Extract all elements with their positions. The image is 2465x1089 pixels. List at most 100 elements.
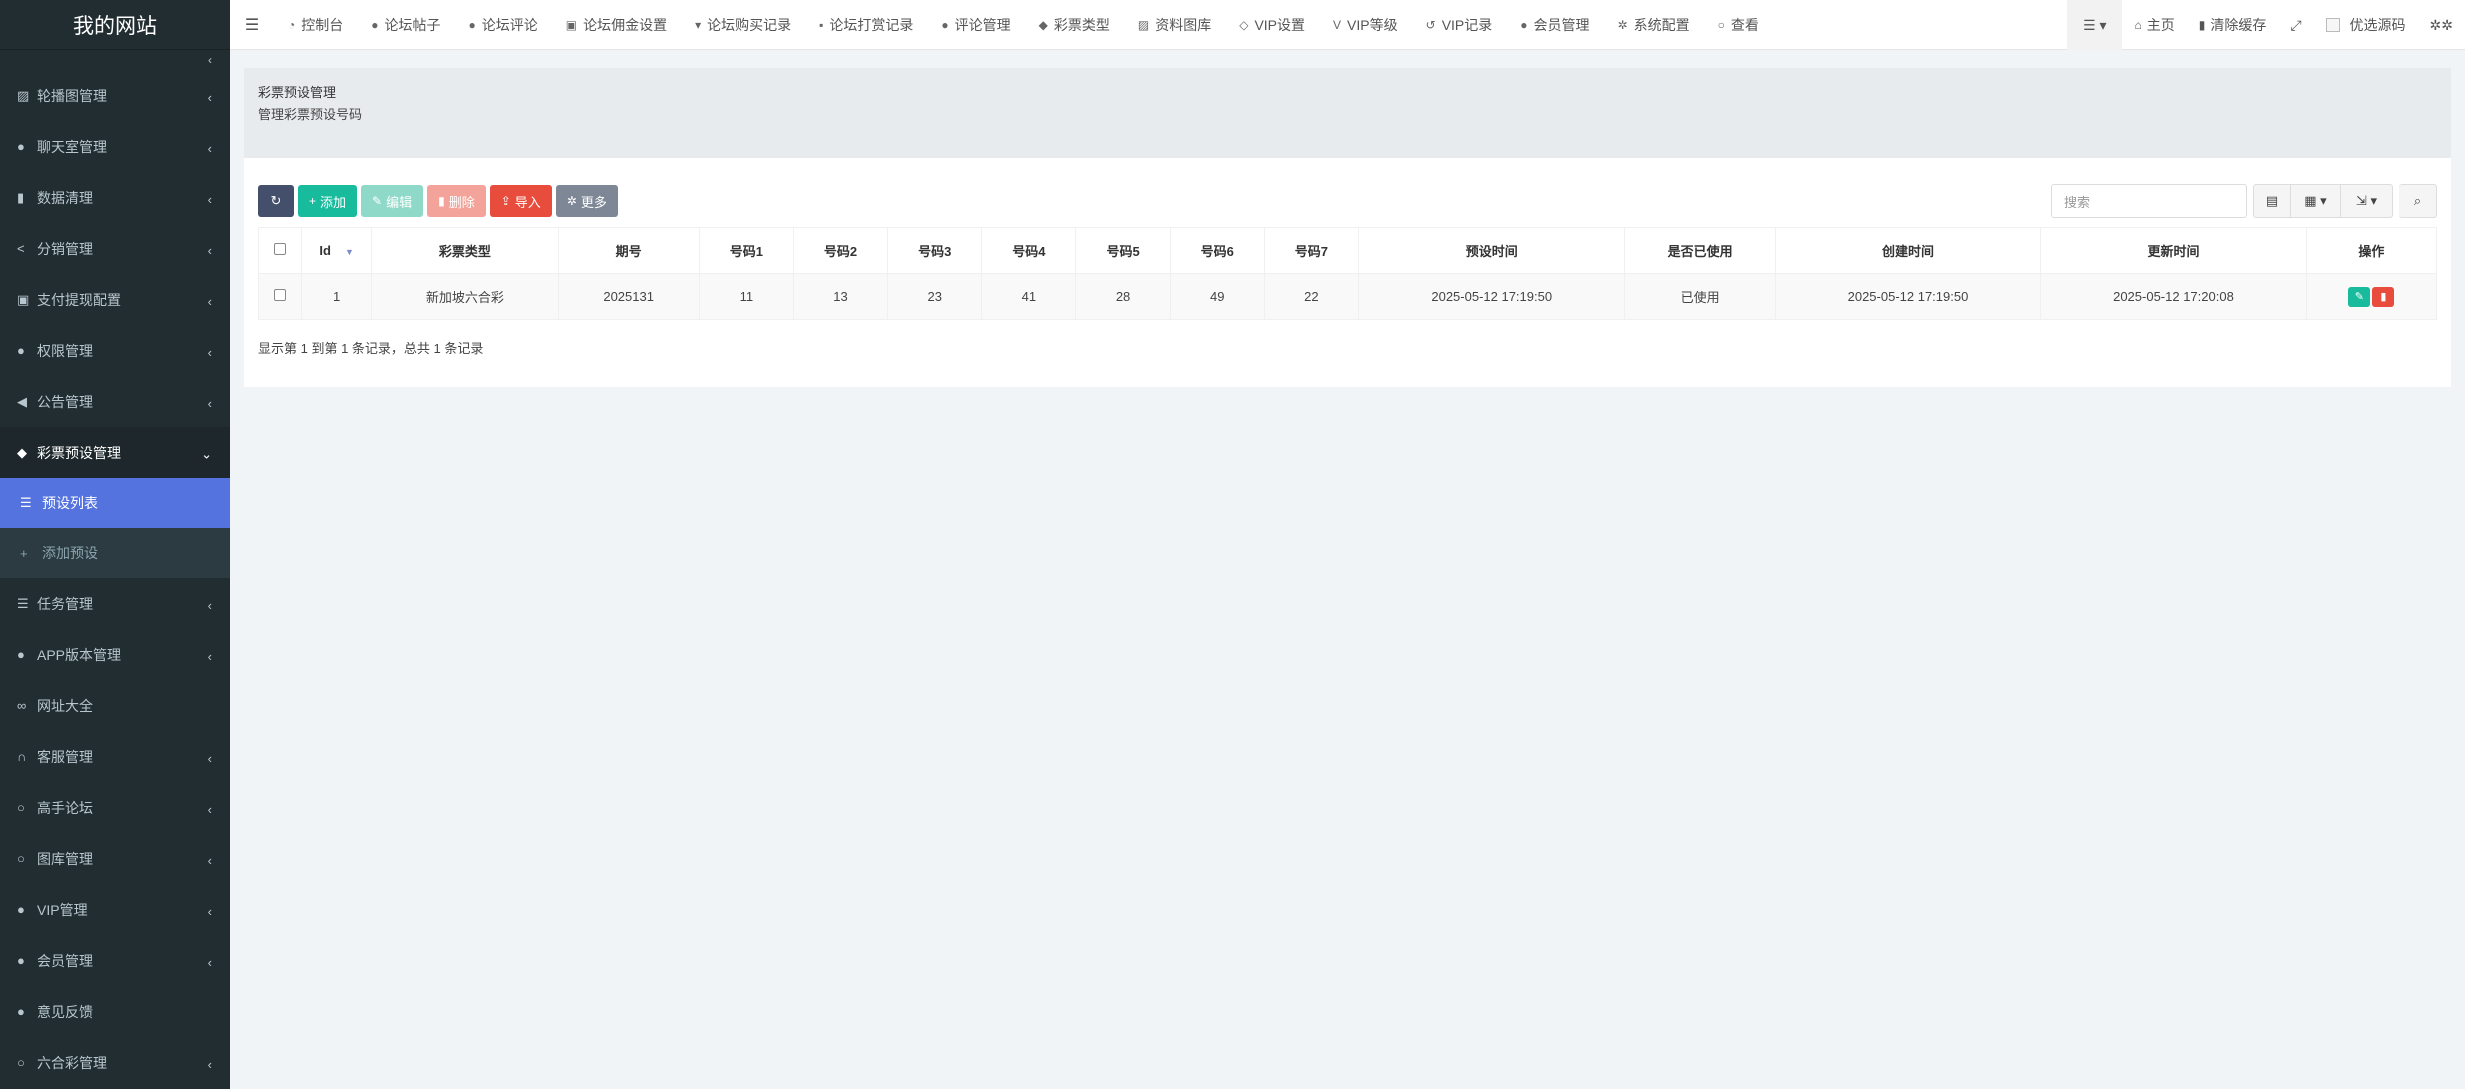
topnav-item-label: 控制台 [301, 16, 344, 33]
sidebar-item[interactable]: ◆ 彩票预设管理 ⌄ [0, 427, 230, 478]
add-button[interactable]: + 添加 [298, 185, 358, 217]
topnav-item[interactable]: ● 论坛评论 [455, 0, 552, 50]
chevron-left-icon: ‹ [207, 852, 212, 868]
scroll-indicator: ‹ [208, 53, 212, 67]
export-button[interactable]: ⇲ ▾ [2341, 184, 2393, 218]
table-cell: 已使用 [1624, 273, 1776, 320]
row-checkbox-cell[interactable] [257, 273, 303, 320]
table-row[interactable]: 1 新加坡六合彩 2025131 11 13 23 41 28 49 22 2025-05-12 1… [257, 273, 2438, 320]
column-header[interactable]: 创建时间 [1774, 227, 2042, 274]
sidebar-item[interactable]: ● 聊天室管理 ‹ [0, 121, 230, 172]
topnav-item-label: VIP设置 [1254, 16, 1306, 33]
sidebar-item[interactable]: ○ 图库管理 ‹ [0, 833, 230, 884]
toggle-view-button[interactable]: ▤ [2253, 184, 2291, 218]
column-header-label: 预设时间 [1465, 244, 1518, 259]
column-header-label: 号码3 [918, 244, 952, 259]
more-button[interactable]: ✲ 更多 [555, 185, 618, 217]
sidebar-submenu: ☰ 预设列表 + 添加预设 [0, 478, 230, 578]
sidebar-subitem[interactable]: ☰ 预设列表 [0, 478, 230, 528]
vimeo-icon: V [1333, 17, 1342, 32]
column-header[interactable]: 号码2 [792, 227, 889, 274]
user-menu[interactable]: 优选源码 [2314, 0, 2418, 50]
headset-icon: ∩ [17, 749, 27, 764]
home-link[interactable]: ⌂ 主页 [2122, 0, 2186, 50]
fullscreen-button[interactable]: ⤢ [2278, 0, 2313, 50]
column-header[interactable]: Id ▼ [301, 227, 373, 274]
topnav-item[interactable]: ▣ 论坛佣金设置 [552, 0, 681, 50]
sidebar-subitem[interactable]: + 添加预设 [0, 528, 230, 578]
row-checkbox[interactable] [274, 289, 287, 301]
column-header[interactable]: 预设时间 [1357, 227, 1626, 274]
column-header[interactable]: 是否已使用 [1624, 227, 1776, 274]
topnav-item[interactable]: ● 评论管理 [927, 0, 1024, 50]
column-header[interactable]: 号码6 [1169, 227, 1265, 274]
sidebar-item-label: APP版本管理 [37, 646, 122, 663]
column-header[interactable]: 号码3 [887, 227, 983, 274]
search-input[interactable]: 搜索 [2051, 184, 2247, 218]
sidebar-item[interactable]: ● APP版本管理 ‹ [0, 629, 230, 680]
money-icon: ▣ [565, 17, 578, 32]
topnav-item[interactable]: ◔ 控制台 [274, 0, 357, 50]
sidebar-item-label: 客服管理 [37, 748, 93, 765]
select-all-checkbox[interactable] [274, 243, 287, 255]
column-header-label: 创建时间 [1881, 244, 1934, 259]
column-header[interactable]: 号码1 [698, 227, 794, 274]
topnav-item[interactable]: ▨ 资料图库 [1124, 0, 1225, 50]
comments-icon: ● [17, 139, 25, 154]
sidebar-item[interactable]: ○ 六合彩管理 ‹ [0, 1037, 230, 1088]
clear-cache-link[interactable]: ▮ 清除缓存 [2187, 0, 2279, 50]
sidebar-item[interactable]: ○ 高手论坛 ‹ [0, 782, 230, 833]
column-header[interactable]: 彩票类型 [371, 227, 559, 274]
advanced-search-button[interactable]: ⌕ [2399, 184, 2437, 218]
refresh-button[interactable]: ↻ [258, 185, 294, 217]
topnav-item[interactable]: ▾ 论坛购买记录 [681, 0, 805, 50]
chevron-left-icon: ‹ [207, 954, 212, 970]
sidebar-item[interactable]: ▣ 支付提现配置 ‹ [0, 274, 230, 325]
topnav-item[interactable]: ↺ VIP记录 [1412, 0, 1507, 50]
topnav-item[interactable]: ▪ 论坛打赏记录 [805, 0, 927, 50]
chevron-left-icon: ‹ [207, 191, 212, 207]
column-header[interactable]: 号码4 [981, 227, 1077, 274]
sidebar-item[interactable]: ● VIP管理 ‹ [0, 884, 230, 935]
column-header[interactable]: 号码7 [1263, 227, 1359, 274]
columns-button[interactable]: ▦ ▾ [2291, 184, 2341, 218]
topnav-item[interactable]: ● 论坛帖子 [357, 0, 454, 50]
column-header[interactable]: 操作 [2305, 227, 2438, 274]
topnav-item[interactable]: ✲ 系统配置 [1604, 0, 1704, 50]
topnav-item[interactable]: V VIP等级 [1319, 0, 1412, 50]
sort-icon[interactable]: ▼ [345, 247, 354, 257]
comments-icon: ● [941, 17, 949, 32]
image-icon: ▨ [17, 87, 30, 103]
sidebar-item[interactable]: < 分销管理 ‹ [0, 223, 230, 274]
sidebar-item[interactable]: ● 意见反馈 [0, 986, 230, 1037]
row-edit-button[interactable]: ✎ [2348, 286, 2371, 307]
settings-button[interactable]: ✲✲ [2418, 0, 2465, 50]
topnav-item[interactable]: ○ 查看 [1704, 0, 1773, 50]
topnav-item[interactable]: ◆ 彩票类型 [1025, 0, 1124, 50]
sidebar-item[interactable]: ∩ 客服管理 ‹ [0, 731, 230, 782]
menu-dropdown-button[interactable]: ☰ ▾ [2067, 0, 2123, 50]
sidebar-item[interactable]: ● 权限管理 ‹ [0, 325, 230, 376]
row-delete-button[interactable]: ▮ [2372, 286, 2395, 307]
history-icon: ↺ [1425, 17, 1436, 32]
column-header[interactable]: 号码5 [1075, 227, 1171, 274]
delete-button[interactable]: ▮ 删除 [427, 185, 486, 217]
table-cell: 2025-05-12 17:19:50 [1357, 273, 1626, 320]
sidebar-toggle-icon[interactable]: ☰ [230, 0, 274, 50]
sidebar-item[interactable]: ▨ 轮播图管理 ‹ [0, 70, 230, 121]
site-logo[interactable]: 我的网站 [0, 0, 230, 50]
sidebar-item[interactable]: ☰ 任务管理 ‹ [0, 578, 230, 629]
column-header-label: 号码1 [729, 244, 763, 259]
sidebar-item[interactable]: ▮ 数据清理 ‹ [0, 172, 230, 223]
import-button[interactable]: ⇪ 导入 [489, 185, 552, 217]
column-header[interactable]: 更新时间 [2040, 227, 2307, 274]
edit-button[interactable]: ✎ 编辑 [361, 185, 424, 217]
sidebar-item[interactable]: ∞ 网址大全 [0, 680, 230, 731]
topnav-item[interactable]: ◇ VIP设置 [1225, 0, 1319, 50]
topnav-item[interactable]: ● 会员管理 [1506, 0, 1603, 50]
select-all-checkbox-cell[interactable] [257, 227, 303, 274]
column-header[interactable]: 期号 [557, 227, 700, 274]
sidebar-item[interactable]: ● 会员管理 ‹ [0, 935, 230, 986]
pencil-icon: ✎ [372, 194, 383, 208]
sidebar-item[interactable]: ◀ 公告管理 ‹ [0, 376, 230, 427]
